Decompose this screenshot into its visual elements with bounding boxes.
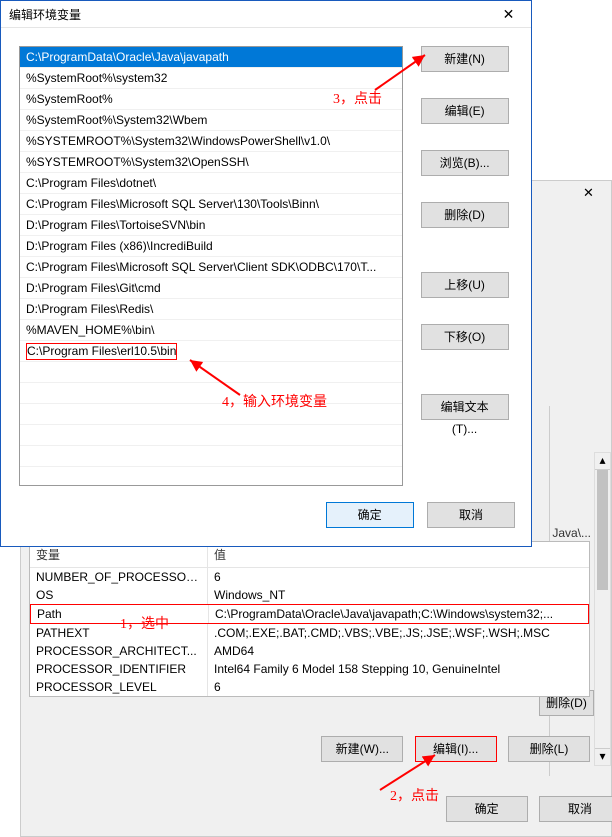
- ok-button[interactable]: 确定: [326, 502, 414, 528]
- path-entry-empty[interactable]: [20, 446, 402, 467]
- close-icon[interactable]: ✕: [486, 6, 531, 23]
- path-entry[interactable]: %SystemRoot%\System32\Wbem: [20, 110, 402, 131]
- scroll-down-icon[interactable]: ▾: [595, 748, 610, 765]
- var-name: PATHEXT: [30, 624, 208, 642]
- path-list[interactable]: C:\ProgramData\Oracle\Java\javapath%Syst…: [19, 46, 403, 486]
- browse-button[interactable]: 浏览(B)...: [421, 150, 509, 176]
- close-icon[interactable]: ✕: [566, 181, 611, 208]
- var-name: OS: [30, 586, 208, 604]
- dialog-title: 编辑环境变量: [9, 6, 486, 23]
- path-entry-empty[interactable]: [20, 425, 402, 446]
- dialog-footer: 确定 取消: [1, 496, 531, 540]
- path-entry[interactable]: D:\Program Files\Redis\: [20, 299, 402, 320]
- var-value: 6: [208, 568, 589, 586]
- path-entry[interactable]: C:\ProgramData\Oracle\Java\javapath: [20, 47, 402, 68]
- scroll-up-icon[interactable]: ▴: [595, 453, 610, 470]
- cancel-button[interactable]: 取消: [539, 796, 612, 822]
- edit-button[interactable]: 编辑(E): [421, 98, 509, 124]
- table-row[interactable]: PROCESSOR_ARCHITECT...AMD64: [30, 642, 589, 660]
- table-row[interactable]: PROCESSOR_IDENTIFIERIntel64 Family 6 Mod…: [30, 660, 589, 678]
- edittext-button[interactable]: 编辑文本(T)...: [421, 394, 509, 420]
- path-buttons-column: 新建(N) 编辑(E) 浏览(B)... 删除(D) 上移(U) 下移(O) 编…: [421, 46, 515, 486]
- movedown-button[interactable]: 下移(O): [421, 324, 509, 350]
- annotation-step1: 1，选中: [120, 613, 169, 633]
- annotation-step4: 4，输入环境变量: [222, 391, 327, 411]
- path-entry-empty[interactable]: [20, 362, 402, 383]
- var-name: PROCESSOR_LEVEL: [30, 678, 208, 696]
- path-entry[interactable]: D:\Program Files\TortoiseSVN\bin: [20, 215, 402, 236]
- path-entry[interactable]: %SystemRoot%\system32: [20, 68, 402, 89]
- sysvar-edit-button[interactable]: 编辑(I)...: [415, 736, 497, 762]
- ok-button[interactable]: 确定: [446, 796, 528, 822]
- path-entry[interactable]: C:\Program Files\erl10.5\bin: [20, 341, 402, 362]
- var-value: Windows_NT: [208, 586, 589, 604]
- sysvar-new-button[interactable]: 新建(W)...: [321, 736, 403, 762]
- var-name: PROCESSOR_ARCHITECT...: [30, 642, 208, 660]
- var-value: .COM;.EXE;.BAT;.CMD;.VBS;.VBE;.JS;.JSE;.…: [208, 624, 589, 642]
- table-row[interactable]: PathC:\ProgramData\Oracle\Java\javapath;…: [30, 604, 589, 624]
- var-value: C:\ProgramData\Oracle\Java\javapath;C:\W…: [209, 605, 588, 623]
- edit-environment-variable-dialog: 编辑环境变量 ✕ C:\ProgramData\Oracle\Java\java…: [0, 0, 532, 547]
- delete-button[interactable]: 删除(D): [421, 202, 509, 228]
- path-entry-empty[interactable]: [20, 383, 402, 404]
- var-value: AMD64: [208, 642, 589, 660]
- path-entry[interactable]: D:\Program Files (x86)\IncrediBuild: [20, 236, 402, 257]
- path-entry-empty[interactable]: [20, 404, 402, 425]
- table-row[interactable]: PROCESSOR_LEVEL6: [30, 678, 589, 696]
- annotation-step3: 3，点击: [333, 88, 382, 108]
- cancel-button[interactable]: 取消: [427, 502, 515, 528]
- table-row[interactable]: PATHEXT.COM;.EXE;.BAT;.CMD;.VBS;.VBE;.JS…: [30, 624, 589, 642]
- path-entry[interactable]: %SYSTEMROOT%\System32\OpenSSH\: [20, 152, 402, 173]
- path-entry[interactable]: C:\Program Files\Microsoft SQL Server\Cl…: [20, 257, 402, 278]
- table-row[interactable]: NUMBER_OF_PROCESSORS6: [30, 568, 589, 586]
- system-variables-list: 变量 值 NUMBER_OF_PROCESSORS6OSWindows_NTPa…: [29, 541, 590, 697]
- path-entry[interactable]: D:\Program Files\Git\cmd: [20, 278, 402, 299]
- var-name: PROCESSOR_IDENTIFIER: [30, 660, 208, 678]
- scroll-thumb[interactable]: [597, 470, 608, 590]
- dialog-footer: 确定 取消: [29, 796, 612, 822]
- sysvar-delete-button[interactable]: 删除(L): [508, 736, 590, 762]
- user-var-value-fragment: Java\...: [552, 526, 591, 540]
- new-button[interactable]: 新建(N): [421, 46, 509, 72]
- titlebar: 编辑环境变量 ✕: [1, 1, 531, 28]
- annotation-step2: 2，点击: [390, 785, 439, 805]
- scrollbar[interactable]: ▴ ▾: [594, 452, 611, 766]
- path-entry[interactable]: C:\Program Files\Microsoft SQL Server\13…: [20, 194, 402, 215]
- var-value: Intel64 Family 6 Model 158 Stepping 10, …: [208, 660, 589, 678]
- moveup-button[interactable]: 上移(U): [421, 272, 509, 298]
- var-name: NUMBER_OF_PROCESSORS: [30, 568, 208, 586]
- table-row[interactable]: OSWindows_NT: [30, 586, 589, 604]
- path-entry[interactable]: %SYSTEMROOT%\System32\WindowsPowerShell\…: [20, 131, 402, 152]
- path-entry[interactable]: %MAVEN_HOME%\bin\: [20, 320, 402, 341]
- path-entry[interactable]: C:\Program Files\dotnet\: [20, 173, 402, 194]
- system-vars-button-row: 新建(W)... 编辑(I)... 删除(L): [29, 736, 590, 762]
- var-value: 6: [208, 678, 589, 696]
